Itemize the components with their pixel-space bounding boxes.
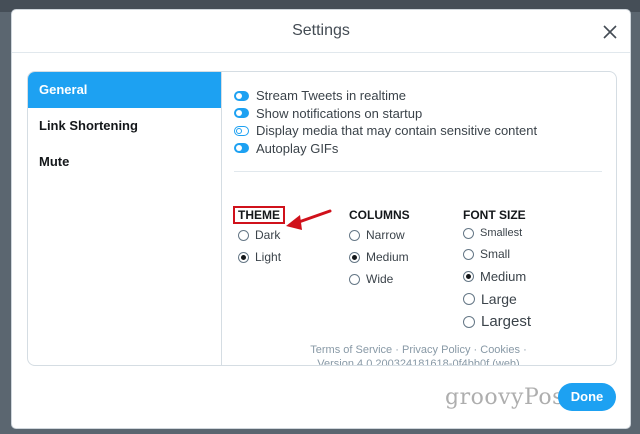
columns-heading: COLUMNS xyxy=(349,208,410,222)
toggle-row-notifications[interactable]: Show notifications on startup xyxy=(234,105,606,123)
toggle-label: Display media that may contain sensitive… xyxy=(256,123,538,139)
privacy-link[interactable]: Privacy Policy xyxy=(402,344,470,356)
dialog-title: Settings xyxy=(292,22,350,39)
close-icon[interactable] xyxy=(602,24,618,40)
font-size-group: FONT SIZE Smallest Small Medium Large La… xyxy=(463,206,531,330)
radio-label: Large xyxy=(481,291,517,307)
sensitive-media-toggle[interactable] xyxy=(234,125,249,136)
columns-option-narrow[interactable]: Narrow xyxy=(349,228,410,242)
radio-label: Narrow xyxy=(366,228,405,242)
radio-medium[interactable] xyxy=(349,251,360,263)
theme-option-light[interactable]: Light xyxy=(238,250,285,264)
radio-font-medium[interactable] xyxy=(463,271,474,282)
columns-option-wide[interactable]: Wide xyxy=(349,272,410,286)
font-option-large[interactable]: Large xyxy=(463,291,531,307)
footer-separator: · xyxy=(395,344,399,356)
terms-link[interactable]: Terms of Service xyxy=(310,344,392,356)
footer-separator: · xyxy=(473,344,478,356)
title-divider xyxy=(12,52,630,53)
radio-label: Wide xyxy=(366,272,394,286)
columns-group: COLUMNS Narrow Medium Wide xyxy=(349,206,410,286)
radio-small[interactable] xyxy=(463,248,474,260)
radio-label: Smallest xyxy=(480,227,523,239)
sidebar-item-link-shortening[interactable]: Link Shortening xyxy=(28,108,221,144)
toggle-row-sensitive-media[interactable]: Display media that may contain sensitive… xyxy=(234,122,606,140)
footer-separator: · xyxy=(523,344,527,356)
radio-largest[interactable] xyxy=(463,315,475,328)
radio-wide[interactable] xyxy=(349,273,360,285)
settings-sidebar: General Link Shortening Mute xyxy=(28,72,222,365)
version-text: Version 4.0.200324181618-0f4bb0f (web) xyxy=(317,358,520,366)
notifications-toggle[interactable] xyxy=(234,108,249,119)
toggle-label: Show notifications on startup xyxy=(256,105,423,121)
radio-large[interactable] xyxy=(463,293,475,305)
radio-dark[interactable] xyxy=(238,229,249,241)
font-option-medium[interactable]: Medium xyxy=(463,269,531,284)
font-size-heading: FONT SIZE xyxy=(463,208,526,222)
sidebar-item-general[interactable]: General xyxy=(28,72,221,108)
settings-footer: Terms of Service · Privacy Policy · Cook… xyxy=(221,343,616,366)
radio-label: Largest xyxy=(481,313,532,330)
watermark: groovyPost xyxy=(445,385,574,410)
theme-heading: THEME xyxy=(233,206,285,224)
radio-label: Medium xyxy=(366,250,409,264)
toggle-row-autoplay[interactable]: Autoplay GIFs xyxy=(234,140,606,158)
radio-light[interactable] xyxy=(238,251,249,263)
radio-narrow[interactable] xyxy=(349,229,360,241)
toggle-row-stream[interactable]: Stream Tweets in realtime xyxy=(234,87,606,105)
font-option-small[interactable]: Small xyxy=(463,247,531,261)
radio-label: Dark xyxy=(255,228,281,242)
section-divider xyxy=(234,171,602,172)
cookies-link[interactable]: Cookies xyxy=(480,344,520,356)
theme-title-highlight: THEME xyxy=(233,206,285,224)
radio-smallest[interactable] xyxy=(463,227,474,239)
autoplay-gifs-toggle[interactable] xyxy=(234,143,249,154)
font-option-largest[interactable]: Largest xyxy=(463,313,531,330)
theme-option-dark[interactable]: Dark xyxy=(238,228,285,242)
sidebar-item-mute[interactable]: Mute xyxy=(28,144,221,180)
stream-tweets-toggle[interactable] xyxy=(234,90,249,101)
columns-option-medium[interactable]: Medium xyxy=(349,250,410,264)
font-option-smallest[interactable]: Smallest xyxy=(463,227,531,239)
general-settings: Stream Tweets in realtime Show notificat… xyxy=(234,87,606,172)
theme-group: THEME Dark Light xyxy=(233,206,285,264)
radio-label: Medium xyxy=(480,269,527,284)
red-arrow-annotation xyxy=(286,209,332,230)
toggle-label: Autoplay GIFs xyxy=(256,140,339,156)
radio-label: Small xyxy=(480,247,511,261)
done-button[interactable]: Done xyxy=(558,383,616,411)
toggle-label: Stream Tweets in realtime xyxy=(256,88,407,104)
radio-label: Light xyxy=(255,250,282,264)
